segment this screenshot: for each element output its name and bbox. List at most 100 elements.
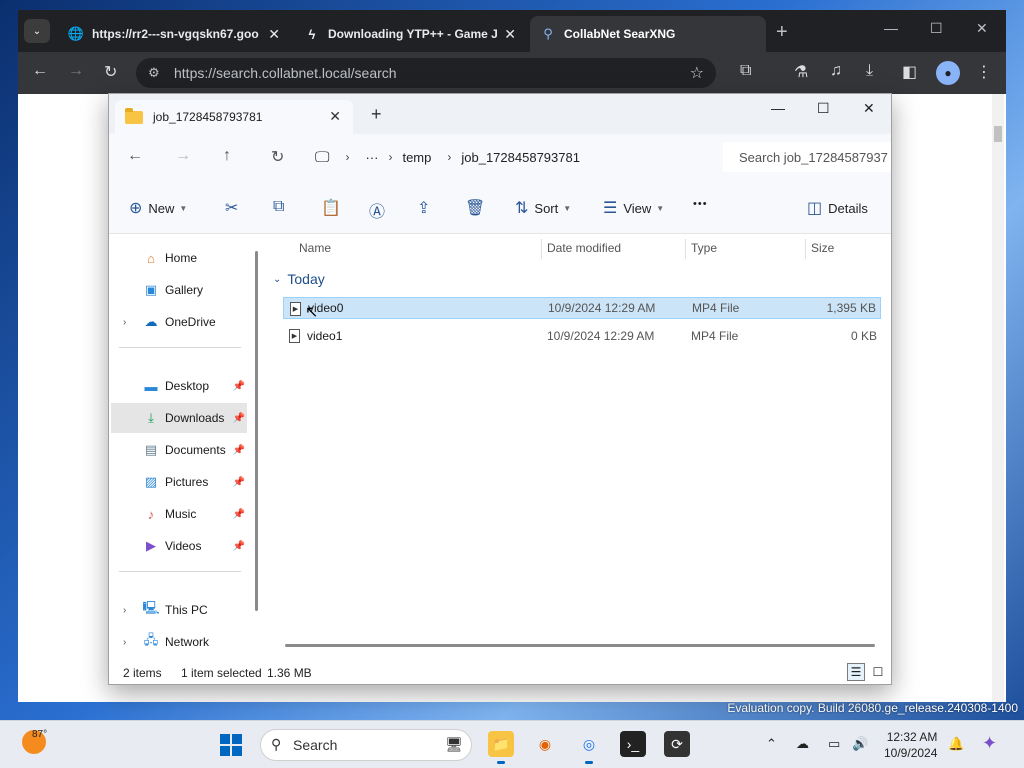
close-icon[interactable]: ✕: [329, 108, 341, 125]
file-explorer-taskbar-icon[interactable]: 📁: [488, 731, 514, 764]
explorer-tab[interactable]: job_1728458793781 ✕: [115, 100, 353, 134]
side-panel-icon[interactable]: ◧: [902, 62, 917, 82]
copilot-icon[interactable]: ✦: [982, 733, 997, 754]
address-bar[interactable]: ⚙ https://search.collabnet.local/search …: [136, 58, 716, 88]
chevron-right-icon[interactable]: ›: [123, 605, 126, 616]
minimize-button[interactable]: —: [771, 100, 785, 116]
forward-icon[interactable]: →: [175, 147, 191, 165]
new-tab-button[interactable]: +: [776, 21, 788, 44]
close-icon[interactable]: ✕: [504, 26, 516, 43]
maximize-button[interactable]: ☐: [930, 20, 943, 37]
firefox-taskbar-icon[interactable]: ◉: [532, 731, 558, 757]
nav-item-this-pc[interactable]: › 🖳 This PC: [111, 595, 247, 625]
back-icon[interactable]: ←: [32, 62, 48, 80]
share-button[interactable]: ⇪: [417, 198, 430, 218]
labs-icon[interactable]: ⚗: [794, 62, 808, 82]
display-icon[interactable]: ▭: [828, 736, 840, 752]
breadcrumb[interactable]: 🖵 › ··· › temp › job_1728458793781: [315, 142, 715, 172]
breadcrumb-item-temp[interactable]: temp: [402, 150, 431, 165]
download-icon[interactable]: ⤓: [866, 62, 873, 80]
media-icon[interactable]: ♫: [830, 62, 842, 80]
chevron-right-icon[interactable]: ›: [123, 317, 126, 328]
column-divider[interactable]: [685, 239, 686, 259]
browser-tab-1[interactable]: 🌐 https://rr2---sn-vgqskn67.goo ✕: [58, 16, 290, 52]
page-scrollbar[interactable]: [992, 94, 1004, 702]
horizontal-scrollbar[interactable]: [285, 644, 875, 647]
video-icon: ▶: [146, 538, 156, 553]
nav-item-gallery[interactable]: ▣ Gallery: [111, 275, 247, 305]
profile-avatar[interactable]: ●: [936, 61, 960, 85]
extensions-icon[interactable]: ⧉: [740, 62, 751, 80]
chevron-right-icon[interactable]: ›: [123, 637, 126, 648]
browser-tab-3[interactable]: ⚲ CollabNet SearXNG: [530, 16, 766, 52]
terminal-taskbar-icon[interactable]: ›_: [620, 731, 646, 757]
back-icon[interactable]: ←: [127, 147, 143, 165]
nav-item-pictures[interactable]: ▨ Pictures 📌: [111, 467, 247, 497]
nav-label: Pictures: [165, 475, 209, 489]
close-button[interactable]: ✕: [976, 20, 988, 37]
close-icon[interactable]: ✕: [268, 26, 280, 43]
chevron-up-icon[interactable]: ⌃: [766, 736, 777, 752]
nav-item-videos[interactable]: ▶ Videos 📌: [111, 531, 247, 561]
column-divider[interactable]: [541, 239, 542, 259]
selection-count: 1 item selected: [181, 666, 262, 680]
volume-icon[interactable]: 🔊: [852, 736, 868, 752]
ellipsis-icon[interactable]: ···: [365, 150, 378, 165]
monitor-icon[interactable]: 🖵: [315, 149, 329, 166]
list-item[interactable]: ▶ video1 10/9/2024 12:29 AM MP4 File 0 K…: [283, 325, 881, 347]
nav-item-downloads[interactable]: ⤓ Downloads 📌: [111, 403, 247, 433]
picture-icon: ▨: [144, 474, 158, 489]
reload-icon[interactable]: ↻: [104, 62, 117, 82]
column-divider[interactable]: [805, 239, 806, 259]
view-button[interactable]: ☰ View ▼: [603, 198, 664, 218]
delete-button[interactable]: 🗑: [465, 198, 485, 218]
nav-item-documents[interactable]: ▤ Documents 📌: [111, 435, 247, 465]
browser-tab-2[interactable]: ϟ Downloading YTP++ - Game J ✕: [294, 16, 526, 52]
browser-toolbar: ← → ↻ ⚙ https://search.collabnet.local/s…: [18, 52, 1006, 94]
up-icon[interactable]: ↑: [223, 147, 231, 165]
clock[interactable]: 12:32 AM 10/9/2024: [884, 729, 937, 761]
nav-item-desktop[interactable]: ▬ Desktop 📌: [111, 371, 247, 401]
menu-icon[interactable]: ⋮: [976, 62, 992, 82]
rename-button[interactable]: Ⓐ: [369, 198, 385, 222]
column-header-name[interactable]: Name: [299, 241, 331, 255]
nav-item-network[interactable]: › 🖧 Network: [111, 627, 247, 657]
site-info-icon[interactable]: ⚙: [148, 65, 160, 81]
more-options-button[interactable]: •••: [693, 198, 708, 210]
new-button[interactable]: ⊕ New ▼: [129, 198, 187, 218]
sort-button[interactable]: ⇅ Sort ▼: [515, 198, 571, 218]
tab-search-button[interactable]: ⌄: [24, 19, 50, 43]
no-network-icon[interactable]: ☁: [796, 736, 809, 752]
nav-item-music[interactable]: ♪ Music 📌: [111, 499, 247, 529]
forward-icon[interactable]: →: [68, 62, 84, 80]
nav-item-onedrive[interactable]: › ☁ OneDrive: [111, 307, 247, 337]
search-input[interactable]: Search job_17284587937: [723, 142, 891, 172]
cut-button[interactable]: ✂: [225, 198, 238, 218]
scissors-icon: ✂: [225, 200, 239, 217]
column-header-date[interactable]: Date modified: [547, 241, 621, 255]
nav-item-home[interactable]: ⌂ Home: [111, 243, 247, 273]
column-header-type[interactable]: Type: [691, 241, 717, 255]
paste-button[interactable]: 📋: [321, 198, 341, 218]
new-tab-button[interactable]: +: [371, 104, 382, 125]
download-icon: ⤓: [148, 410, 154, 425]
maximize-button[interactable]: ☐: [817, 100, 830, 117]
refresh-icon[interactable]: ↻: [271, 147, 284, 167]
copy-button[interactable]: ⧉: [273, 198, 284, 216]
breadcrumb-item-job[interactable]: job_1728458793781: [461, 150, 580, 165]
nav-scrollbar[interactable]: [255, 251, 258, 611]
details-view-button[interactable]: ☰: [847, 663, 865, 681]
close-button[interactable]: ✕: [863, 100, 875, 117]
tiles-view-button[interactable]: ☐: [869, 663, 887, 681]
minimize-button[interactable]: —: [884, 20, 898, 36]
taskbar-search[interactable]: ⚲ Search 🖥: [260, 729, 472, 761]
start-button[interactable]: [220, 734, 242, 756]
chrome-taskbar-icon[interactable]: ◎: [576, 731, 602, 764]
details-pane-button[interactable]: ◫ Details: [807, 198, 868, 218]
bookmark-star-icon[interactable]: ☆: [690, 63, 704, 83]
group-header-today[interactable]: ⌄ Today: [273, 271, 325, 287]
app-taskbar-icon[interactable]: ⟳: [664, 731, 690, 757]
column-header-size[interactable]: Size: [811, 241, 834, 255]
list-item[interactable]: ▶ video0 10/9/2024 12:29 AM MP4 File 1,3…: [283, 297, 881, 319]
notification-bell-icon[interactable]: 🔔: [948, 736, 964, 752]
